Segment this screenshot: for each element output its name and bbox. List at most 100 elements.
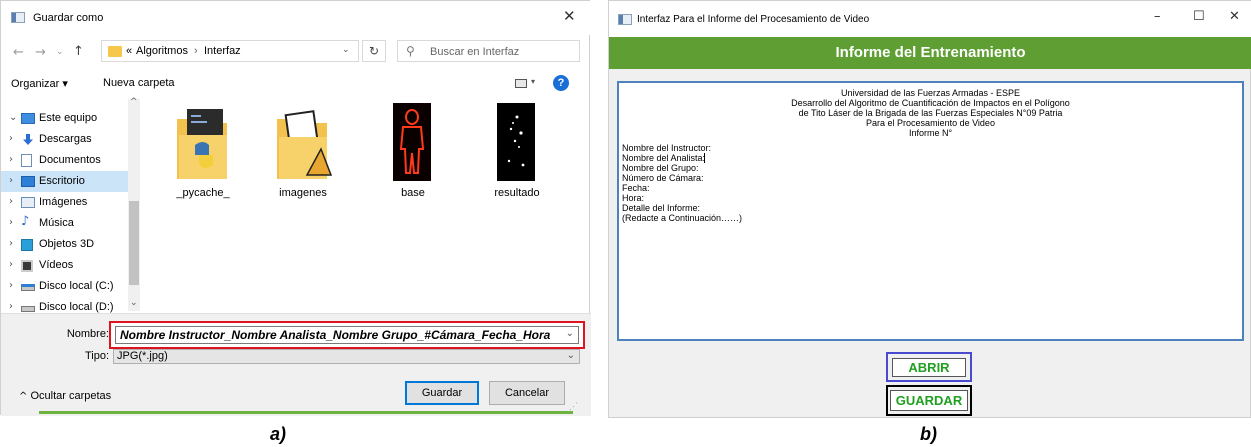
file-name: _pycache_	[176, 187, 230, 199]
drive-c-icon	[21, 284, 35, 291]
sidebar-label: Objetos 3D	[39, 238, 95, 250]
open-button[interactable]: ABRIR	[892, 358, 966, 377]
window-icon	[618, 14, 632, 25]
window-icon	[11, 12, 25, 23]
report-save-button[interactable]: GUARDAR	[890, 390, 968, 411]
search-input[interactable]: ⚲ Buscar en Interfaz	[397, 40, 580, 62]
close-icon[interactable]: ✕	[563, 7, 576, 25]
file-name-highlight: Nombre Instructor_Nombre Analista_Nombre…	[109, 321, 585, 349]
file-item-resultado[interactable]: resultado	[477, 101, 557, 201]
sidebar-item-descargas[interactable]: › Descargas	[1, 129, 129, 150]
sidebar-item-disco-c[interactable]: › Disco local (C:)	[1, 276, 129, 297]
chevron-right-icon[interactable]: ›	[9, 175, 13, 186]
report-window-title: Interfaz Para el Informe del Procesamien…	[637, 14, 870, 25]
chevron-right-icon[interactable]: ›	[9, 301, 13, 312]
maximize-icon[interactable]: ☐	[1193, 9, 1205, 24]
address-prefix: «	[126, 45, 133, 57]
images-folder-icon	[277, 110, 333, 179]
chevron-right-icon[interactable]: ›	[9, 154, 13, 165]
sidebar-label: Vídeos	[39, 259, 74, 271]
save-button[interactable]: Guardar	[405, 381, 479, 405]
sidebar-item-musica[interactable]: › ♪ Música	[1, 213, 129, 234]
download-icon	[23, 134, 33, 145]
chevron-right-icon[interactable]: ›	[9, 259, 13, 270]
result-image-icon	[497, 103, 535, 181]
caption-b: b)	[920, 424, 937, 444]
dialog-toolbar: Organizar ▾ Nueva carpeta	[1, 69, 591, 97]
scrollbar-thumb[interactable]	[129, 201, 139, 285]
sidebar-item-imagenes[interactable]: › Imágenes	[1, 192, 129, 213]
chevron-right-icon[interactable]: ›	[9, 217, 13, 228]
sidebar-label: Escritorio	[39, 175, 85, 187]
refresh-icon[interactable]: ↻	[362, 40, 386, 62]
report-field-line: Nombre del Instructor:	[622, 143, 712, 153]
file-name: base	[401, 187, 425, 199]
dialog-title: Guardar como	[33, 12, 104, 24]
chevron-right-icon[interactable]: ›	[9, 280, 13, 291]
documents-icon	[21, 154, 32, 167]
file-item-base[interactable]: base	[373, 101, 453, 201]
address-bar[interactable]: « Algoritmos › Interfaz ⌄	[101, 40, 359, 62]
cancel-button[interactable]: Cancelar	[489, 381, 565, 405]
report-banner: Informe del Entrenamiento	[609, 37, 1251, 69]
address-dropdown-icon[interactable]: ⌄	[342, 45, 350, 55]
recent-chevron-icon[interactable]: ⌄	[56, 47, 64, 57]
sidebar-item-videos[interactable]: › Vídeos	[1, 255, 129, 276]
organize-menu[interactable]: Organizar ▾	[11, 77, 68, 90]
report-window: Interfaz Para el Informe del Procesamien…	[608, 0, 1251, 418]
report-text-area[interactable]: Universidad de las Fuerzas Armadas - ESP…	[617, 81, 1244, 341]
minimize-icon[interactable]: –	[1154, 9, 1161, 24]
file-type-select[interactable]: JPG(*.jpg) ⌄	[113, 349, 580, 364]
music-icon: ♪	[21, 214, 30, 229]
report-header-line: Informe N°	[908, 128, 953, 138]
file-item-imagenes[interactable]: imagenes	[263, 101, 343, 201]
sidebar-label: Este equipo	[39, 112, 98, 124]
sidebar-item-escritorio[interactable]: › Escritorio	[1, 171, 129, 192]
drive-d-icon	[21, 306, 35, 312]
scroll-up-icon[interactable]: ^	[130, 97, 138, 107]
caption-a: a)	[270, 424, 287, 444]
chevron-down-icon[interactable]: ⌄	[9, 112, 17, 123]
report-field-line: Detalle del Informe:	[622, 203, 701, 213]
chevron-down-icon[interactable]: ⌄	[566, 328, 574, 339]
chevron-up-icon: ^	[19, 391, 28, 402]
chevron-right-icon[interactable]: ›	[9, 238, 13, 249]
back-arrow-icon[interactable]: ←	[13, 45, 24, 60]
chevron-right-icon[interactable]: ›	[9, 133, 13, 144]
3d-objects-icon	[21, 239, 33, 251]
sidebar-item-objetos-3d[interactable]: › Objetos 3D	[1, 234, 129, 255]
videos-icon	[21, 260, 33, 272]
scroll-down-icon[interactable]: ⌄	[130, 298, 138, 308]
up-arrow-icon[interactable]: ↑	[73, 44, 84, 59]
folder-icon	[108, 46, 122, 57]
help-icon[interactable]: ?	[553, 75, 569, 91]
breadcrumb-algoritmos[interactable]: Algoritmos	[136, 45, 188, 57]
sidebar-label: Documentos	[39, 154, 101, 166]
desktop-icon	[21, 176, 35, 187]
file-name: resultado	[494, 187, 540, 199]
report-field-line: Nombre del Analista:	[622, 153, 706, 163]
forward-arrow-icon[interactable]: →	[35, 45, 46, 60]
report-header-line: Para el Procesamiento de Video	[866, 118, 995, 128]
hide-folders-toggle[interactable]: ^ Ocultar carpetas	[19, 390, 111, 402]
sidebar-item-este-equipo[interactable]: ⌄ Este equipo	[1, 108, 129, 129]
view-dropdown-icon[interactable]: ▾	[531, 77, 535, 86]
resize-grip-icon[interactable]: ⋰	[569, 401, 578, 412]
search-placeholder: Buscar en Interfaz	[430, 46, 520, 58]
sidebar-label: Disco local (C:)	[39, 280, 114, 292]
breadcrumb-separator: ›	[194, 45, 198, 57]
file-name-value: Nombre Instructor_Nombre Analista_Nombre…	[120, 328, 551, 342]
pictures-icon	[21, 197, 35, 208]
view-options-icon[interactable]	[515, 79, 527, 88]
chevron-down-icon[interactable]: ⌄	[567, 350, 575, 361]
close-icon[interactable]: ✕	[1229, 9, 1240, 24]
file-item-pycache[interactable]: _pycache_	[163, 101, 243, 201]
navigation-pane: ⌄ Este equipo › Descargas › Documentos ›…	[1, 101, 141, 313]
file-name-input[interactable]: Nombre Instructor_Nombre Analista_Nombre…	[115, 326, 579, 344]
chevron-right-icon[interactable]: ›	[9, 196, 13, 207]
breadcrumb-interfaz[interactable]: Interfaz	[204, 45, 241, 57]
new-folder-button[interactable]: Nueva carpeta	[103, 77, 175, 89]
python-folder-icon	[177, 109, 227, 179]
sidebar-item-documentos[interactable]: › Documentos	[1, 150, 129, 171]
sidebar-label: Disco local (D:)	[39, 301, 114, 313]
